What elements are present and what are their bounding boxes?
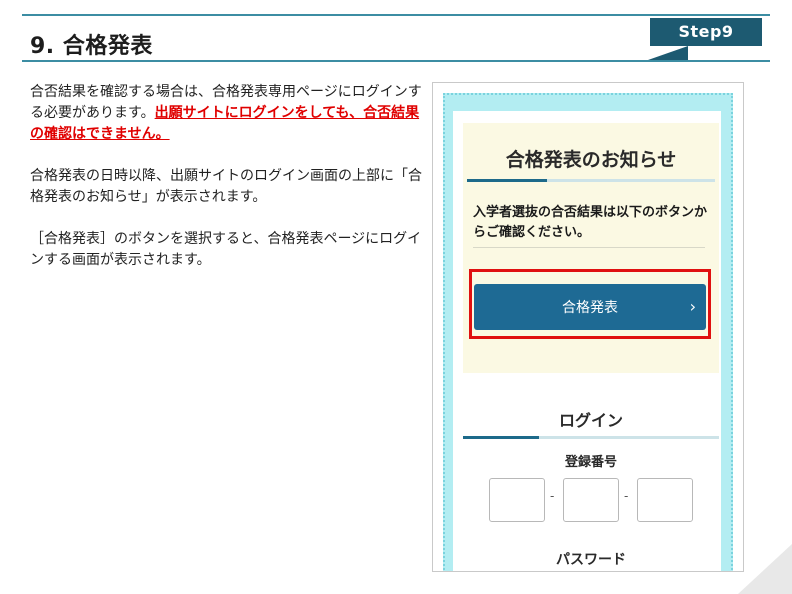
- registration-number-label: 登録番号: [564, 455, 617, 470]
- phone-background-top-border: [443, 93, 733, 95]
- view-results-button-label: 合格発表: [562, 300, 618, 316]
- header-bottom-rule: [22, 60, 770, 62]
- notice-title: 合格発表のお知らせ: [505, 149, 677, 171]
- view-results-button[interactable]: 合格発表 ›: [474, 284, 706, 330]
- step-badge-tail: [648, 46, 688, 60]
- notice-title-underline-accent: [467, 179, 547, 182]
- chevron-right-icon: ›: [689, 297, 696, 316]
- registration-number-input-3[interactable]: [637, 478, 693, 522]
- notice-divider: [473, 247, 705, 248]
- corner-decoration: [738, 544, 792, 594]
- password-label: パスワード: [556, 552, 626, 568]
- paragraph-button-instruction: ［合格発表］のボタンを選択すると、合格発表ページにログインする画面が表示されます…: [30, 231, 422, 268]
- registration-number-input-2[interactable]: [563, 478, 619, 522]
- section-title: 9. 合格発表: [30, 34, 153, 59]
- paragraph-login-required: 合否結果を確認する場合は、合格発表専用ページにログインする必要があります。出願サ…: [30, 82, 422, 145]
- registration-number-separator-1: -: [550, 489, 555, 503]
- notice-body: 入学者選抜の合否結果は以下のボタンからご確認ください。: [473, 205, 708, 240]
- step-badge: Step9: [650, 18, 762, 46]
- paragraph-notice-display: 合格発表の日時以降、出願サイトのログイン画面の上部に「合格発表のお知らせ」が表示…: [30, 168, 422, 205]
- header-top-rule: [22, 14, 770, 16]
- registration-number-separator-2: -: [624, 489, 629, 503]
- login-title: ログイン: [558, 411, 623, 430]
- instruction-text: 合否結果を確認する場合は、合格発表専用ページにログインする必要があります。出願サ…: [30, 82, 422, 292]
- phone-screenshot: 合格発表のお知らせ 入学者選抜の合否結果は以下のボタンからご確認ください。 合格…: [432, 82, 744, 572]
- login-title-underline-accent: [463, 436, 539, 439]
- registration-number-input-1[interactable]: [489, 478, 545, 522]
